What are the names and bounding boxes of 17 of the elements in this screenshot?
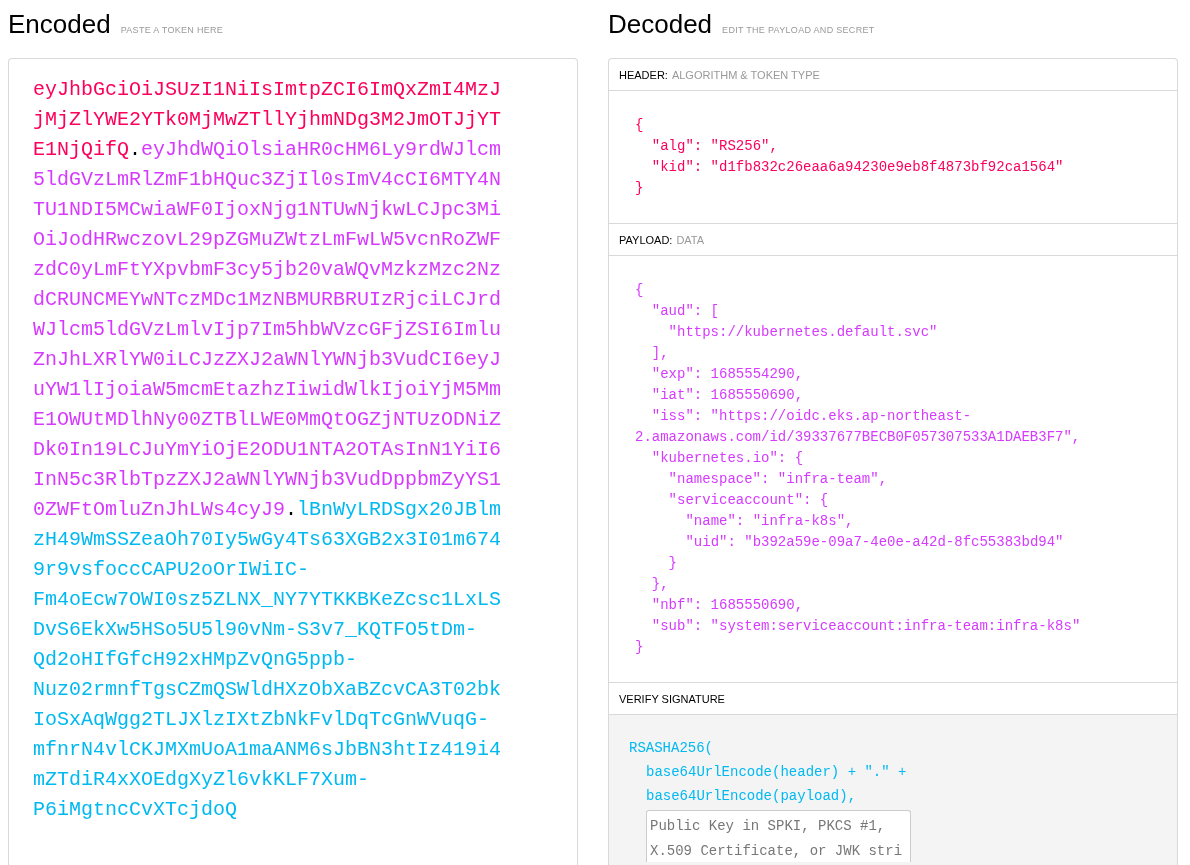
payload-json[interactable]: { "aud": [ "https://kubernetes.default.svc" ], "exp": 1685554290, "iat": 1685550690, "iss": "https://oidc.eks.ap-northeast-2.amazonaws.com/id/39337677BECB0F057307533A1DAEB3F7", "kubernetes.io": { "namespace": "infra-team", "serviceaccount": { "name": "infra-k8s", "uid": "b392a59e-09a7-4e0e-a42d-8fc55383bd94" } }, "nbf": 1685550690, "sub": "system:serviceaccount:infra-team:infra-k8s" }	[635, 280, 1151, 658]
header-json[interactable]: { "alg": "RS256", "kid": "d1fb832c26eaa6a94230e9eb8f4873bf92ca1564" }	[635, 115, 1151, 199]
section-hint: ALGORITHM & TOKEN TYPE	[671, 68, 820, 81]
signature-code-line: base64UrlEncode(payload),	[646, 787, 857, 806]
section-hint: DATA	[676, 233, 705, 246]
panel-title: Encoded	[8, 8, 111, 41]
encoded-token: eyJhbGciOiJSUzI1NiIsImtpZCI6ImQxZmI4MzJjMjZlYWE2YTk0MjMwZTllYjhmNDg3M2JmOTJjYTE1NjQifQ.eyJhdWQiOlsiaHR0cHM6Ly9rdWJlcm5ldGVzLmRlZmF1bHQuc3ZjIl0sImV4cCI6MTY4NTU1NDI5MCwiaWF0IjoxNjg1NTUwNjkwLCJpc3MiOiJodHRwczovL29pZGMuZWtzLmFwLW5vcnRoZWFzdC0yLmFtYXpvbmF3cy5jb20vaWQvMzkzMzc2NzdCRUNCMEYwNTczMDc1MzNBMURBRUIzRjciLCJrdWJlcm5ldGVzLmlvIjp7Im5hbWVzcGFjZSI6ImluZnJhLXRlYW0iLCJzZXJ2aWNlYWNjb3VudCI6eyJuYW1lIjoiaW5mcmEtazhzIiwidWlkIjoiYjM5MmE1OWUtMDlhNy00ZTBlLWE0MmQtOGZjNTUzODNiZDk0In19LCJuYmYiOjE2ODU1NTA2OTAsInN1YiI6InN5c3RlbTpzZXJ2aWNlYWNjb3VudDppbmZyYS10ZWFtOmluZnJhLWs4cyJ9.lBnWyLRDSgx20JBlmzH49WmSSZeaOh70Iy5wGy4Ts63XGB2x3I01m6749r9vsfoccCAPU2oOrIWiIC-Fm4oEcw7OWI0sz5ZLNX_NY7YTKKBKeZcsc1LxLSDvS6EkXw5HSo5U5l90vNm-S3v7_KQTFO5tDm-Qd2oHIfGfcH92xHMpZvQnG5ppb-Nuz02rmnfTgsCZmQSWldHXzObXaBZcvCA3T02bkIoSxAqWgg2TLJXlzIXtZbNkFvlDqTcGnWVuqG-mfnrN4vlCKJMXmUoA1maANM6sJbBN3htIz419i4mZTdiR4xXOEdgXyZl6vkKLF7Xum-P6iMgtncCvXTcjdoQ	[33, 77, 503, 823]
encoded-token-field[interactable]	[8, 58, 578, 865]
section-label: PAYLOAD:	[619, 233, 673, 246]
section-label: HEADER:	[619, 68, 668, 81]
section-label: VERIFY SIGNATURE	[619, 692, 725, 705]
panel-title: Decoded	[608, 8, 713, 41]
panel-subtitle: EDIT THE PAYLOAD AND SECRET	[722, 25, 875, 35]
panel-subtitle: PASTE A TOKEN HERE	[120, 25, 224, 35]
signature-code-line: base64UrlEncode(header) + "." +	[646, 763, 907, 782]
signature-code-line: RSASHA256(	[629, 739, 713, 758]
public-key-field[interactable]: Public Key in SPKI, PKCS #1, X.509 Certificate, or JWK stri	[646, 810, 911, 862]
